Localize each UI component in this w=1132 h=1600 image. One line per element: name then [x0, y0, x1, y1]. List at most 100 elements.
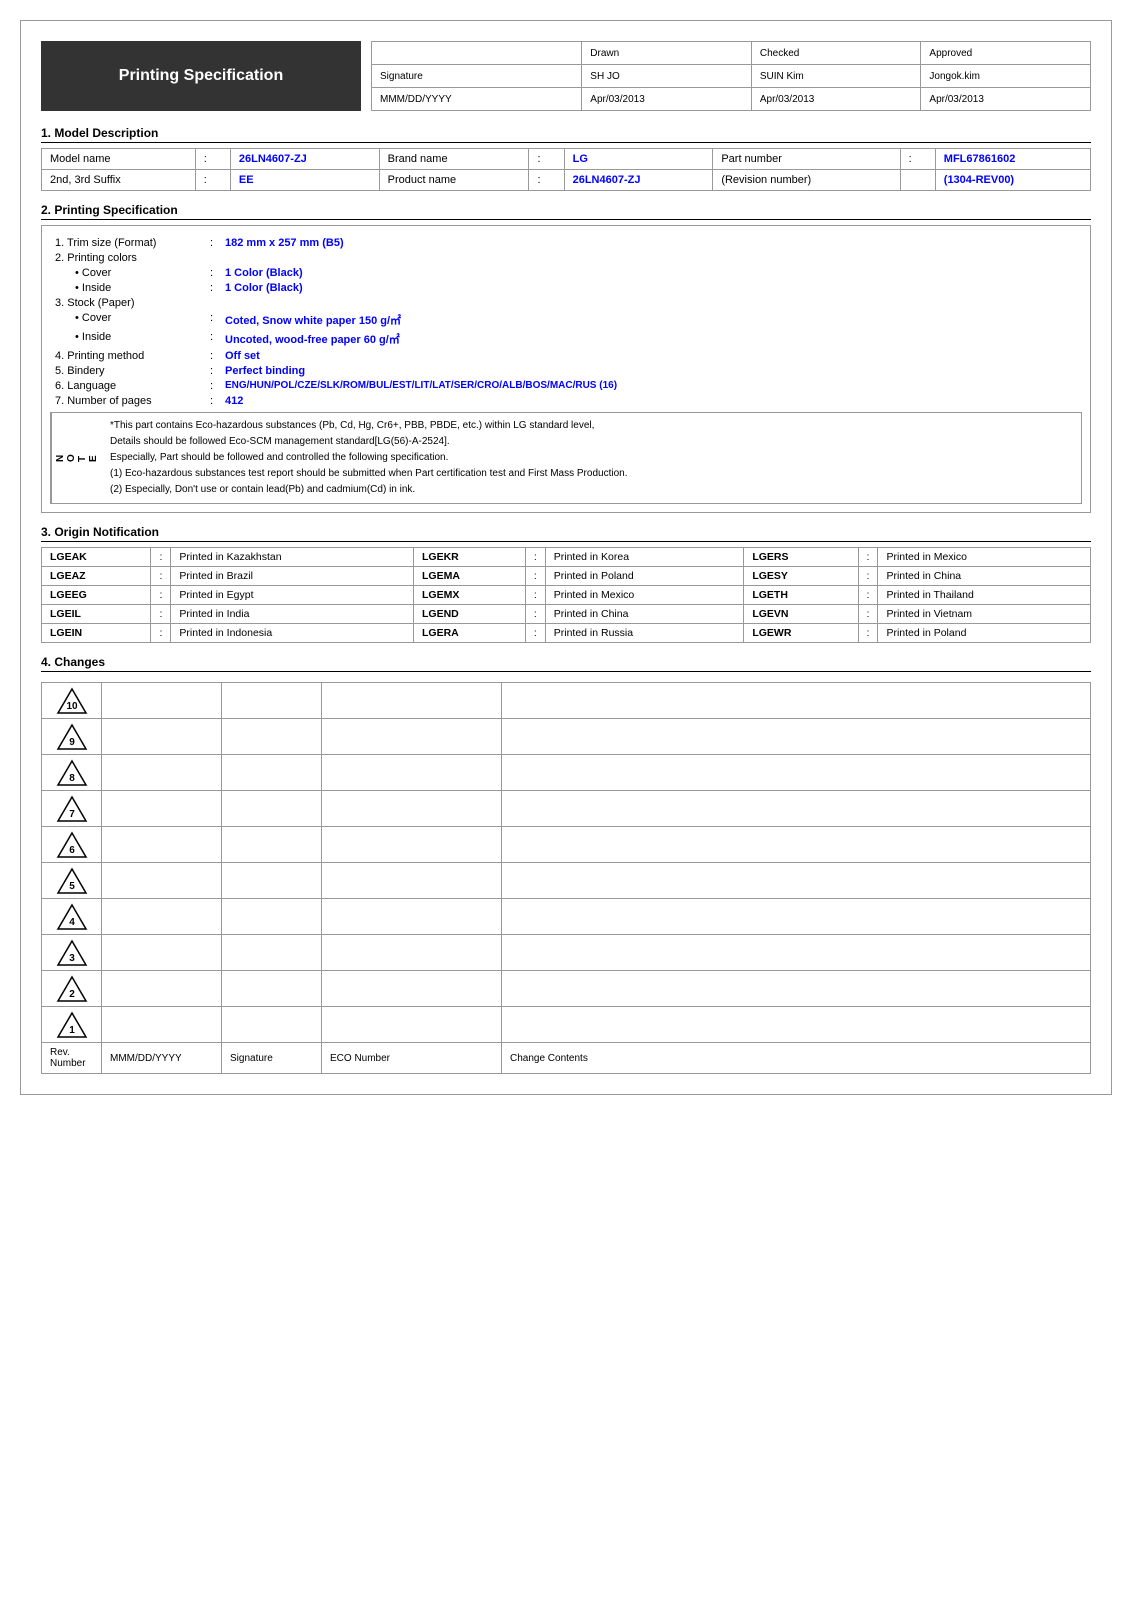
suffix-label: 2nd, 3rd Suffix	[42, 170, 196, 191]
origin-code-2-1: LGEMX	[414, 586, 526, 605]
model-name-value: 26LN4607-ZJ	[230, 149, 379, 170]
change-cell-5-1	[222, 863, 322, 899]
change-row-3: 7	[42, 791, 1091, 827]
change-cell-6-3	[502, 899, 1091, 935]
brand-name-colon: :	[529, 149, 564, 170]
change-cell-4-2	[322, 827, 502, 863]
model-name-label: Model name	[42, 149, 196, 170]
change-rev-6: 4	[42, 899, 102, 935]
svg-text:7: 7	[69, 809, 75, 820]
origin-code-4-1: LGERA	[414, 624, 526, 643]
change-cell-9-2	[322, 1007, 502, 1043]
section4-title: 4. Changes	[41, 655, 1091, 672]
change-cell-2-1	[222, 755, 322, 791]
approval-col-empty	[372, 42, 582, 65]
change-cell-4-0	[102, 827, 222, 863]
change-cell-8-0	[102, 971, 222, 1007]
part-number-value: MFL67861602	[935, 149, 1090, 170]
origin-row-1: LGEAZ:Printed in BrazilLGEMA:Printed in …	[42, 567, 1091, 586]
change-row-2: 8	[42, 755, 1091, 791]
spec-value-5: Coted, Snow white paper 150 g/㎡	[225, 312, 401, 328]
change-cell-4-1	[222, 827, 322, 863]
change-cell-1-3	[502, 719, 1091, 755]
svg-text:5: 5	[69, 881, 75, 892]
svg-text:1: 1	[69, 1025, 75, 1036]
footer-col-0: Rev. Number	[42, 1043, 102, 1074]
change-row-0: 10	[42, 683, 1091, 719]
change-row-9: 1	[42, 1007, 1091, 1043]
revision-colon	[900, 170, 935, 191]
origin-code-4-0: LGEIN	[42, 624, 151, 643]
origin-desc-1-2: Printed in China	[878, 567, 1091, 586]
svg-text:2: 2	[69, 989, 75, 1000]
spec-label-1: 2. Printing colors	[50, 252, 210, 264]
footer-col-2: Signature	[222, 1043, 322, 1074]
footer-col-4: Change Contents	[502, 1043, 1091, 1074]
origin-desc-2-0: Printed in Egypt	[171, 586, 414, 605]
spec-label-6: • Inside	[50, 331, 210, 347]
spec-item-10: 7. Number of pages:412	[50, 395, 1082, 407]
spec-label-7: 4. Printing method	[50, 350, 210, 362]
origin-desc-4-2: Printed in Poland	[878, 624, 1091, 643]
spec-colon-7: :	[210, 350, 225, 362]
change-cell-7-0	[102, 935, 222, 971]
change-cell-9-1	[222, 1007, 322, 1043]
origin-desc-0-0: Printed in Kazakhstan	[171, 548, 414, 567]
approval-date-checked: Apr/03/2013	[751, 88, 921, 111]
change-cell-2-0	[102, 755, 222, 791]
origin-code-3-0: LGEIL	[42, 605, 151, 624]
brand-name-value: LG	[564, 149, 713, 170]
origin-colon-1-1: :	[525, 567, 545, 586]
spec-colon-9: :	[210, 380, 225, 392]
svg-text:4: 4	[69, 917, 75, 928]
note-line-1: Details should be followed Eco-SCM manag…	[110, 434, 627, 450]
title-box: Printing Specification	[41, 41, 361, 111]
change-cell-6-2	[322, 899, 502, 935]
revision-label: (Revision number)	[713, 170, 900, 191]
change-rev-5: 5	[42, 863, 102, 899]
spec-value-10: 412	[225, 395, 243, 407]
origin-code-0-2: LGERS	[744, 548, 858, 567]
spec-value-2: 1 Color (Black)	[225, 267, 303, 279]
model-description-table: Model name : 26LN4607-ZJ Brand name : LG…	[41, 148, 1091, 191]
note-line-2: Especially, Part should be followed and …	[110, 450, 627, 466]
origin-desc-3-2: Printed in Vietnam	[878, 605, 1091, 624]
origin-table: LGEAK:Printed in KazakhstanLGEKR:Printed…	[41, 547, 1091, 643]
change-cell-9-3	[502, 1007, 1091, 1043]
origin-code-0-1: LGEKR	[414, 548, 526, 567]
approval-col-drawn: Drawn	[582, 42, 752, 65]
product-name-colon: :	[529, 170, 564, 191]
change-cell-3-2	[322, 791, 502, 827]
change-rev-2: 8	[42, 755, 102, 791]
spec-item-8: 5. Bindery:Perfect binding	[50, 365, 1082, 377]
spec-colon-1	[210, 252, 225, 264]
change-cell-2-2	[322, 755, 502, 791]
change-cell-6-1	[222, 899, 322, 935]
change-rev-1: 9	[42, 719, 102, 755]
model-row-2: 2nd, 3rd Suffix : EE Product name : 26LN…	[42, 170, 1091, 191]
change-row-4: 6	[42, 827, 1091, 863]
change-cell-5-3	[502, 863, 1091, 899]
origin-code-1-1: LGEMA	[414, 567, 526, 586]
spec-value-8: Perfect binding	[225, 365, 305, 377]
model-row-1: Model name : 26LN4607-ZJ Brand name : LG…	[42, 149, 1091, 170]
change-cell-7-3	[502, 935, 1091, 971]
origin-desc-1-0: Printed in Brazil	[171, 567, 414, 586]
origin-colon-4-0: :	[151, 624, 171, 643]
origin-desc-3-0: Printed in India	[171, 605, 414, 624]
origin-desc-2-1: Printed in Mexico	[545, 586, 744, 605]
section3-title: 3. Origin Notification	[41, 525, 1091, 542]
change-cell-7-1	[222, 935, 322, 971]
origin-colon-0-2: :	[858, 548, 878, 567]
part-number-label: Part number	[713, 149, 900, 170]
spec-colon-6: :	[210, 331, 225, 347]
origin-code-2-2: LGETH	[744, 586, 858, 605]
change-cell-8-1	[222, 971, 322, 1007]
origin-row-2: LGEEG:Printed in EgyptLGEMX:Printed in M…	[42, 586, 1091, 605]
model-name-colon: :	[195, 149, 230, 170]
approval-date-drawn: Apr/03/2013	[582, 88, 752, 111]
svg-text:6: 6	[69, 845, 75, 856]
spec-label-4: 3. Stock (Paper)	[50, 297, 210, 309]
spec-value-3: 1 Color (Black)	[225, 282, 303, 294]
origin-code-3-1: LGEND	[414, 605, 526, 624]
